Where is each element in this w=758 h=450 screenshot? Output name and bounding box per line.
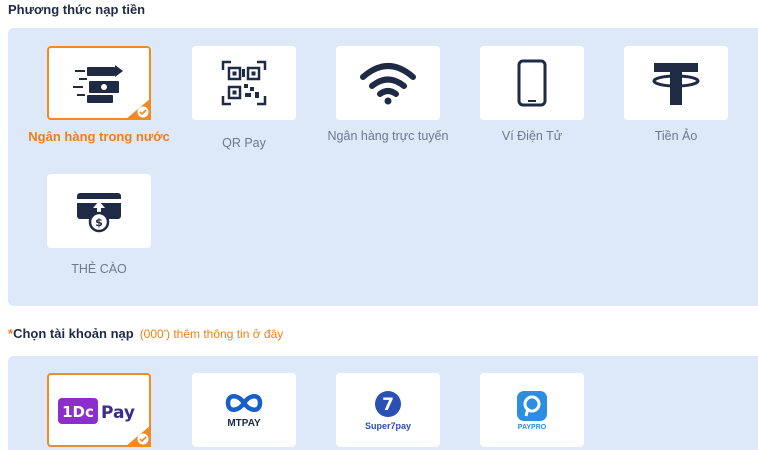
method-online-bank[interactable] <box>336 46 440 120</box>
method-crypto[interactable] <box>624 46 728 120</box>
method-label: Ngân hàng trực tuyến <box>327 129 449 143</box>
provider-paypro[interactable]: PAYPRO <box>480 373 584 447</box>
provider-mtpay[interactable]: MTPAY <box>192 373 296 447</box>
provider-brand: PAYPRO <box>517 423 547 431</box>
fast-money-icon <box>73 65 123 103</box>
account-title-text: Chọn tài khoản nạp <box>13 326 134 341</box>
mtpay-logo-icon <box>225 393 263 412</box>
account-hint: (000') thêm thông tin ở đây <box>139 327 284 341</box>
1dcpay-logo: 1Dc Pay <box>58 398 135 424</box>
method-label: Tiền Ảo <box>654 129 698 143</box>
svg-text:Pay: Pay <box>101 403 135 423</box>
svg-text:1Dc: 1Dc <box>62 403 94 421</box>
svg-text:7: 7 <box>382 395 394 415</box>
method-label: THẺ CÀO <box>71 262 127 276</box>
method-qr-pay[interactable] <box>192 46 296 120</box>
provider-brand: Super7pay <box>364 421 412 431</box>
account-select-title: *Chọn tài khoản nạp (000') thêm thông tin… <box>8 326 283 341</box>
method-label: Ví Điện Tử <box>501 129 563 143</box>
selected-check-icon <box>125 98 151 120</box>
super7pay-logo-icon: 7 <box>375 391 401 417</box>
method-e-wallet[interactable] <box>480 46 584 120</box>
card-upload-icon: $ <box>77 193 121 233</box>
svg-text:$: $ <box>95 216 103 229</box>
provider-super7pay[interactable]: 7 Super7pay <box>336 373 440 447</box>
paypro-logo-icon <box>517 390 547 421</box>
smartphone-icon <box>517 59 547 107</box>
qr-code-icon <box>221 60 267 106</box>
method-label: Ngân hàng trong nước <box>28 129 170 144</box>
provider-1dcpay[interactable]: 1Dc Pay <box>47 373 151 447</box>
tether-icon <box>652 63 700 105</box>
method-label: QR Pay <box>222 136 266 150</box>
provider-brand: MTPAY <box>227 417 261 429</box>
wifi-icon <box>360 63 416 105</box>
method-domestic-bank[interactable] <box>47 46 151 120</box>
deposit-methods-title: Phương thức nạp tiền <box>8 2 146 17</box>
selected-check-icon <box>125 425 151 447</box>
method-scratch-card[interactable]: $ <box>47 174 151 248</box>
